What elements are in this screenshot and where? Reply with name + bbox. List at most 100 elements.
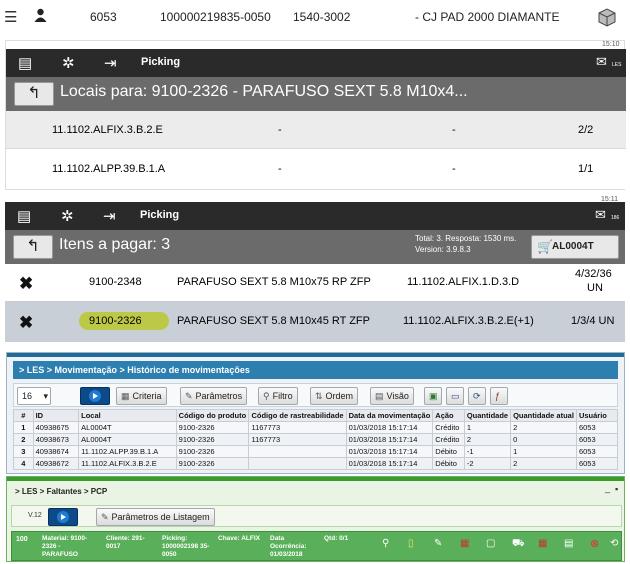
wrench-icon[interactable]: ✎ xyxy=(434,538,442,549)
save-button[interactable]: ▭ xyxy=(446,387,464,405)
table-row[interactable]: 4 40938672 11.1102.ALFIX.3.B.2.E 9100-2326 0… xyxy=(13,457,619,470)
code-button[interactable]: ƒ xyxy=(490,387,508,405)
app-header: ▤ ✲ ⇥ Picking ✉ 186 15:11 xyxy=(5,196,625,230)
col-header[interactable]: Data da movimentação xyxy=(345,409,434,422)
back-arrow-icon: ↰ xyxy=(27,85,41,102)
back-button[interactable]: ↰ xyxy=(13,235,53,259)
app-header: ▤ ✲ ⇥ Picking ✉ LES 15:10 xyxy=(6,41,626,77)
gear-icon[interactable]: ✲ xyxy=(62,54,75,72)
calendar-alt-icon[interactable]: ▦ xyxy=(538,538,547,549)
col-header[interactable]: Usuário xyxy=(575,409,619,422)
menu-icon[interactable]: ▤ xyxy=(18,54,32,72)
menu-icon[interactable]: ▤ xyxy=(17,207,31,225)
list-item[interactable]: ✖ 9100-2348 PARAFUSO SEXT 5.8 M10x75 RP … xyxy=(5,264,625,302)
col-b: - xyxy=(452,124,456,136)
visao-button[interactable]: ▤ Visão xyxy=(370,387,414,405)
title-bar: ↰ Locais para: 9100-2326 - PARAFUSO SEXT… xyxy=(6,77,626,111)
view-icon: ▤ xyxy=(375,391,384,401)
col-header[interactable]: ID xyxy=(32,409,80,422)
calendar-icon[interactable]: ▦ xyxy=(460,538,469,549)
breadcrumb: > LES > Faltantes > PCP xyxy=(15,487,108,496)
item-code: 1540-3002 xyxy=(293,10,351,24)
toolbar: V.12 ✎ Parâmetros de Listagem xyxy=(11,505,622,527)
logout-icon[interactable]: ⇥ xyxy=(103,207,116,225)
cart-label: AL0004T xyxy=(552,241,594,252)
mail-icon[interactable]: ✉ xyxy=(595,207,606,223)
item-code: 9100-2326 xyxy=(89,315,142,327)
report-icon[interactable]: ▤ xyxy=(564,538,573,549)
clock: 15:11 xyxy=(601,196,618,203)
breadcrumb: > LES > Movimentação > Histórico de movi… xyxy=(13,361,618,379)
page-icon[interactable]: ▢ xyxy=(486,538,495,549)
refresh-icon: ⟳ xyxy=(473,391,481,401)
play-icon xyxy=(57,511,69,523)
search-icon[interactable]: ⚲ xyxy=(382,538,389,549)
back-arrow-icon: ↰ xyxy=(26,238,40,255)
logout-icon[interactable]: ⇥ xyxy=(104,54,117,72)
response-info: Total: 3. Resposta: 1530 ms. xyxy=(415,234,517,243)
faltantes-panel: > LES > Faltantes > PCP _ ▪ V.12 ✎ Parâme… xyxy=(6,476,625,562)
quantity: 1/1 xyxy=(578,163,594,175)
row-chave: Chave: ALFIX xyxy=(218,535,261,542)
col-header[interactable]: Local xyxy=(78,409,177,422)
export-excel-button[interactable]: ▣ xyxy=(424,387,442,405)
col-header[interactable]: # xyxy=(13,409,34,422)
table-row[interactable]: 3 40938674 11.1102.ALPP.39.B.1.A 9100-2326 0… xyxy=(13,445,619,458)
page-size-select[interactable]: 16 ▾ xyxy=(17,387,51,405)
back-button[interactable]: ↰ xyxy=(14,82,54,106)
go-button[interactable] xyxy=(80,387,110,405)
col-header[interactable]: Ação xyxy=(432,409,465,422)
header-badge: LES xyxy=(612,62,622,68)
title-bar: ↰ Itens a pagar: 3 Total: 3. Resposta: 1… xyxy=(5,230,625,264)
document-icon[interactable]: ▯ xyxy=(408,538,414,549)
row-data: Data Ocorrência: 01/03/2018 xyxy=(270,535,307,558)
table-row[interactable]: 2 40938673 AL0004T 9100-2326 1167773 01/03/20… xyxy=(13,433,619,446)
col-a: - xyxy=(278,124,282,136)
version-info: Version: 3.9.8.3 xyxy=(415,245,471,254)
close-icon[interactable]: ▪ xyxy=(615,484,618,494)
box-icon[interactable] xyxy=(596,6,618,32)
cancel-icon[interactable]: ⊗ xyxy=(590,537,599,550)
top-item-row[interactable]: ☰ 6053 100000219835-0050 1540-3002 - CJ … xyxy=(0,0,630,36)
parametros-button[interactable]: ✎ Parâmetros xyxy=(180,387,248,405)
filtro-button[interactable]: ⚲ Filtro xyxy=(258,387,298,405)
item-unit: UN xyxy=(587,282,603,294)
col-header[interactable]: Quantidade xyxy=(463,409,512,422)
refresh-button[interactable]: ⟳ xyxy=(468,387,486,405)
table-row[interactable]: 100 Material: 9100-2326 - PARAFUSO Clien… xyxy=(11,531,622,561)
col-header[interactable]: Código de rastreabilidade xyxy=(248,409,347,422)
criteria-button[interactable]: ▦ Criteria xyxy=(116,387,167,405)
list-item[interactable]: 11.1102.ALFIX.3.B.2.E - - 2/2 xyxy=(6,111,626,149)
list-item[interactable]: 11.1102.ALPP.39.B.1.A - - 1/1 xyxy=(6,149,626,189)
parametros-listagem-button[interactable]: ✎ Parâmetros de Listagem xyxy=(96,508,215,526)
historico-panel: > LES > Movimentação > Histórico de movi… xyxy=(6,352,625,474)
col-header[interactable]: Código do produto xyxy=(175,409,250,422)
code-icon: ƒ xyxy=(495,391,501,401)
user-id: 6053 xyxy=(90,10,117,24)
col-header[interactable]: Quantidade atual xyxy=(510,409,577,422)
toolbar: 16 ▾ ▦ Criteria ✎ Parâmetros ⚲ Filtro ⇅ Ordem… xyxy=(13,383,618,407)
ordem-button[interactable]: ⇅ Ordem xyxy=(310,387,359,405)
history-icon[interactable]: ⟲ xyxy=(610,538,618,549)
sort-icon: ⇅ xyxy=(315,391,323,401)
table-header: # ID Local Código do produto Código de r… xyxy=(13,409,619,422)
col-a: - xyxy=(278,163,282,175)
list-icon[interactable]: ☰ xyxy=(4,8,17,26)
remove-icon[interactable]: ✖ xyxy=(19,313,33,333)
table-row[interactable]: 1 40938675 AL0004T 9100-2326 1167773 01/03/20… xyxy=(13,421,619,434)
remove-icon[interactable]: ✖ xyxy=(19,274,33,294)
minimize-icon[interactable]: _ xyxy=(605,483,610,493)
page-title: Itens a pagar: 3 xyxy=(59,236,171,253)
mail-icon[interactable]: ✉ xyxy=(596,54,607,70)
col-b: - xyxy=(452,163,456,175)
play-icon xyxy=(89,390,101,402)
gear-icon[interactable]: ✲ xyxy=(61,207,74,225)
order-number: 100000219835-0050 xyxy=(160,10,271,24)
cart-button[interactable]: 🛒 AL0004T xyxy=(531,235,619,259)
filter-icon: ⚲ xyxy=(263,391,270,401)
go-button[interactable] xyxy=(48,508,78,526)
params-icon: ✎ xyxy=(101,512,109,522)
list-item-selected[interactable]: ✖ 9100-2326 PARAFUSO SEXT 5.8 M10x45 RT … xyxy=(5,302,625,342)
truck-icon[interactable]: ⛟ xyxy=(512,538,525,551)
item-location: 11.1102.ALFIX.1.D.3.D xyxy=(407,276,520,288)
